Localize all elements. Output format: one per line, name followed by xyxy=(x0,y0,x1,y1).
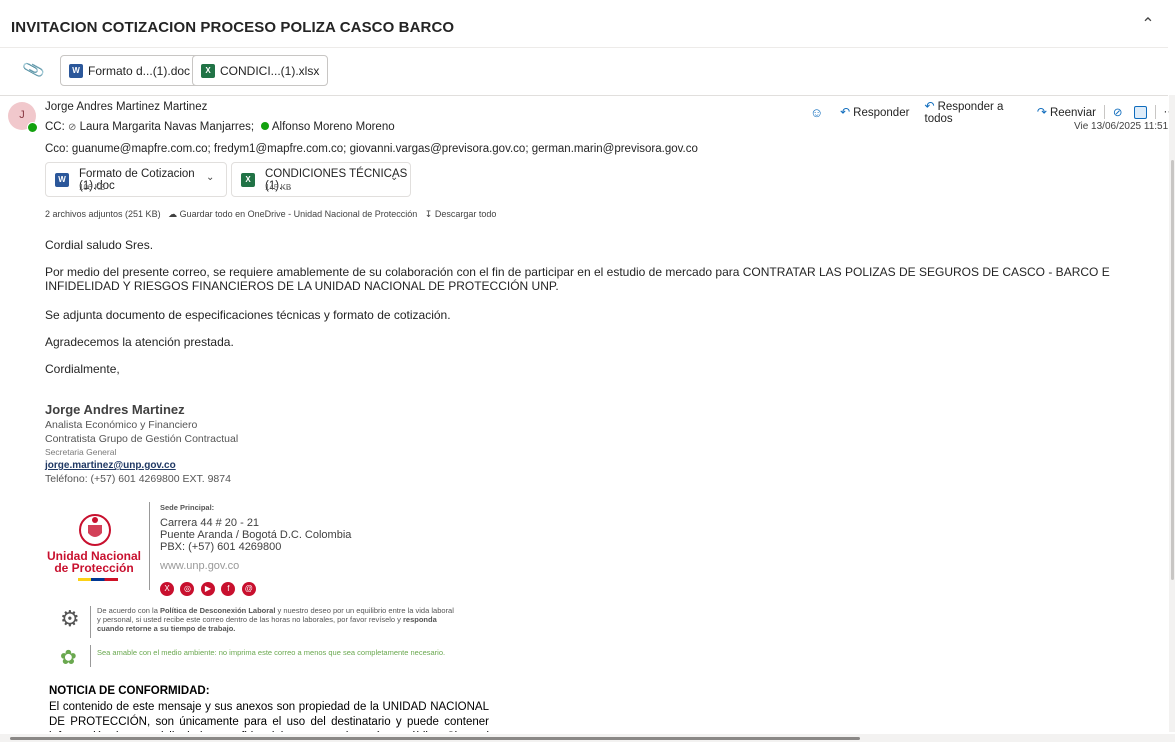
cco-line[interactable]: Cco: guanume@mapfre.com.co; fredym1@mapf… xyxy=(45,143,698,155)
notice-text: El contenido de este mensaje y sus anexo… xyxy=(49,701,489,732)
reply-button[interactable]: ↶ Responder xyxy=(840,105,909,119)
forward-arrow-icon: ↷ xyxy=(1036,105,1047,119)
vertical-scroll-thumb[interactable] xyxy=(1171,160,1174,580)
work-life-balance-icon: ⚙ xyxy=(60,606,80,631)
flag-stripe xyxy=(78,578,118,581)
word-file-icon: W xyxy=(55,173,69,187)
subject-title: INVITACION COTIZACION PROCESO POLIZA CAS… xyxy=(11,19,455,36)
body-paragraph-1: Por medio del presente correo, se requie… xyxy=(45,265,1110,293)
eco-plant-icon: ✿ xyxy=(60,647,77,669)
top-attachment-word-chip[interactable]: W Formato d...(1).doc xyxy=(60,55,200,86)
coat-of-arms-icon xyxy=(78,513,112,547)
blocked-contact-icon: ⊘ xyxy=(68,122,77,133)
attachment-card-doc[interactable]: W Formato de Cotizacion (1).doc 106 KB ⌄ xyxy=(45,162,227,197)
x-twitter-icon[interactable]: X xyxy=(160,582,174,596)
signature-name: Jorge Andres Martinez xyxy=(45,402,185,417)
download-icon: ↧ xyxy=(424,209,433,219)
address-line-1: Carrera 44 # 20 - 21 xyxy=(160,517,260,529)
top-attachment-word-name: Formato d...(1).doc xyxy=(88,63,191,78)
youtube-icon[interactable]: ▶ xyxy=(200,582,215,596)
cc-line: CC: ⊘ Laura Margarita Navas Manjarres; A… xyxy=(45,121,395,133)
notice-title: NOTICIA DE CONFORMIDAD: xyxy=(49,685,210,697)
excel-file-icon: X xyxy=(201,63,215,78)
attachments-summary: 2 archivos adjuntos (251 KB) xyxy=(45,209,161,219)
body-closing: Cordialmente, xyxy=(45,362,120,376)
sender-name[interactable]: Jorge Andres Martinez Martinez xyxy=(45,101,207,113)
signature-role-2: Contratista Grupo de Gestión Contractual xyxy=(45,433,239,445)
reply-all-button[interactable]: ↶ Responder a todos xyxy=(925,99,1022,125)
immersive-reader-icon[interactable] xyxy=(1134,105,1147,119)
chevron-down-icon[interactable]: ⌄ xyxy=(206,172,214,183)
reply-all-arrow-icon: ↶ xyxy=(924,99,935,113)
cc-recipient-1[interactable]: Laura Margarita Navas Manjarres; xyxy=(80,121,255,133)
sent-date: Vie 13/06/2025 11:51 xyxy=(1074,121,1169,132)
instagram-icon[interactable]: ◎ xyxy=(180,582,195,596)
cc-label: CC: xyxy=(45,121,65,133)
disconnect-policy-text: De acuerdo con la Política de Desconexió… xyxy=(97,606,454,633)
header-divider xyxy=(0,47,1168,48)
cc-presence-icon xyxy=(261,122,270,130)
word-file-icon: W xyxy=(69,63,83,78)
signature-phone: Teléfono: (+57) 601 4269800 EXT. 9874 xyxy=(45,473,231,485)
signature-divider xyxy=(149,502,150,590)
download-all-link[interactable]: Descargar todo xyxy=(435,209,497,219)
signature-email-link[interactable]: jorge.martinez@unp.gov.co xyxy=(45,460,176,471)
sede-label: Sede Principal: xyxy=(160,503,215,512)
threads-icon[interactable]: @ xyxy=(241,582,256,596)
address-line-2: Puente Aranda / Bogotá D.C. Colombia xyxy=(160,529,352,541)
horizontal-scroll-thumb[interactable] xyxy=(10,737,860,740)
top-attachment-excel-name: CONDICI...(1).xlsx xyxy=(220,63,320,78)
body-greeting: Cordial saludo Sres. xyxy=(45,238,154,252)
policy-divider xyxy=(90,606,91,638)
body-paragraph-3: Agradecemos la atención prestada. xyxy=(45,335,234,349)
attachment-paperclip-icon: 📎 xyxy=(21,59,47,82)
body-paragraph-2: Se adjunta documento de especificaciones… xyxy=(45,308,451,322)
reply-arrow-icon: ↶ xyxy=(840,105,851,119)
message-header: INVITACION COTIZACION PROCESO POLIZA CAS… xyxy=(0,0,1168,96)
emoji-reaction-icon[interactable]: ☺ xyxy=(810,105,823,120)
facebook-icon[interactable]: f xyxy=(221,582,236,596)
chevron-down-icon[interactable]: ⌄ xyxy=(390,172,398,183)
logo-line-2: de Protección xyxy=(54,561,134,575)
toolbar-divider-2 xyxy=(1154,105,1156,119)
attachment-doc-size: 106 KB xyxy=(79,183,106,192)
unp-logo-text: Unidad Nacional de Protección xyxy=(47,550,141,574)
attachment-xlsx-size: 145 KB xyxy=(265,183,292,192)
toolbar-divider xyxy=(1103,105,1105,119)
signature-dept: Secretaria General xyxy=(45,447,117,457)
presence-available-icon xyxy=(27,122,38,133)
attachment-card-xlsx[interactable]: X CONDICIONES TÉCNICAS (1).... 145 KB ⌄ xyxy=(231,162,411,197)
cloud-icon: ☁ xyxy=(168,209,178,219)
top-attachment-excel-chip[interactable]: X CONDICI...(1).xlsx xyxy=(192,55,329,86)
cc-recipient-2[interactable]: Alfonso Moreno Moreno xyxy=(272,121,395,133)
eco-divider xyxy=(90,645,91,667)
signature-role-1: Analista Económico y Financiero xyxy=(45,419,198,431)
social-icons: X ◎ ▶ f @ xyxy=(160,578,258,596)
attachments-summary-line: 2 archivos adjuntos (251 KB) ☁ Guardar t… xyxy=(45,209,496,220)
pbx-line: PBX: (+57) 601 4269800 xyxy=(160,541,282,553)
save-onedrive-link[interactable]: Guardar todo en OneDrive - Unidad Nacion… xyxy=(180,209,418,219)
website-link[interactable]: www.unp.gov.co xyxy=(160,560,239,572)
excel-file-icon: X xyxy=(241,173,255,187)
collapse-chevron-up-icon[interactable]: ⌃ xyxy=(1137,14,1159,36)
forward-button[interactable]: ↷ Reenviar xyxy=(1037,105,1096,119)
loop-icon[interactable]: ⊘ xyxy=(1113,105,1123,119)
eco-message: Sea amable con el medio ambiente: no imp… xyxy=(97,648,446,657)
